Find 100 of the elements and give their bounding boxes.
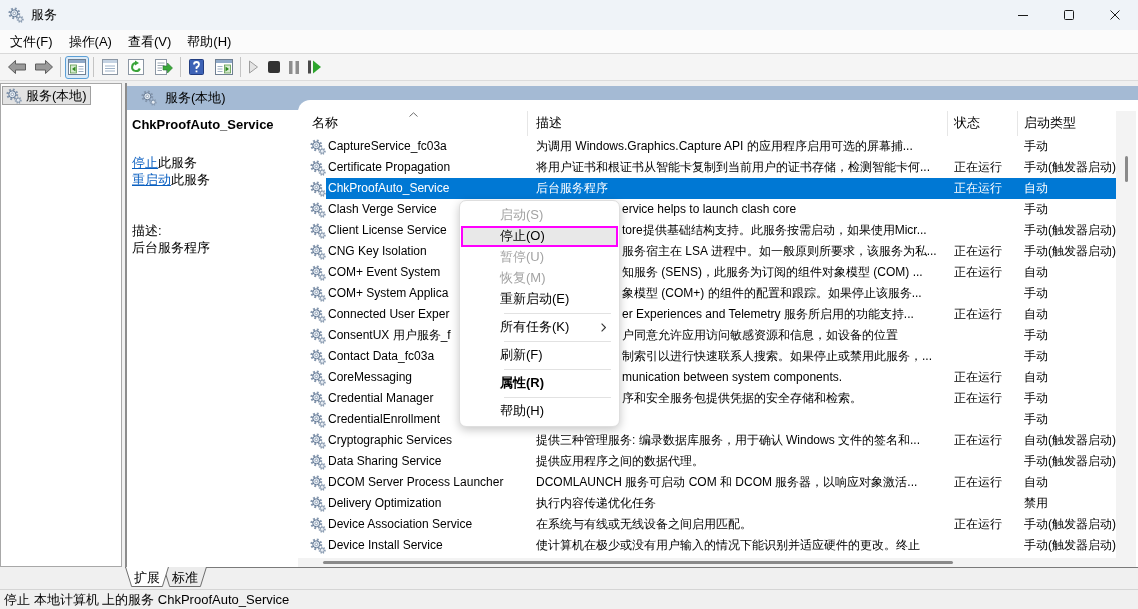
table-cell-text: 手动 <box>1024 348 1048 365</box>
table-cell-text: ervice helps to launch clash core <box>622 201 797 218</box>
table-cell-text: 提供三种管理服务: 编录数据库服务，用于确认 Windows 文件的签名和... <box>536 432 921 449</box>
service-name: CredentialEnrollment <box>327 411 441 428</box>
menu-item[interactable]: 查看(V) <box>119 31 180 52</box>
restart-icon <box>308 60 321 74</box>
pause-icon <box>289 60 299 74</box>
column-header[interactable]: 状态 <box>948 111 1018 136</box>
service-name: Device Association Service <box>327 516 473 533</box>
service-name: Certificate Propagation <box>327 159 451 176</box>
gear-icon <box>310 159 326 176</box>
table-cell-text: 手动(触发器启动) <box>1024 159 1116 176</box>
service-name: ChkProofAuto_Service <box>132 116 275 133</box>
table-cell-text: 正在运行 <box>954 390 1002 407</box>
table-cell-text: 服务宿主在 LSA 进程中。如一般原则所要求，该服务为私... <box>622 243 937 260</box>
table-cell-text: tore提供基础结构支持。此服务按需启动，如果使用Micr... <box>622 222 927 239</box>
table-cell-text: 正在运行 <box>954 369 1002 386</box>
table-cell-text: 手动(触发器启动) <box>1024 453 1116 470</box>
gear-icon <box>310 327 326 344</box>
back-arrow-icon <box>8 59 26 75</box>
window-title: 服务 <box>31 6 57 24</box>
table-cell-text: 自动 <box>1024 306 1048 323</box>
service-name: Device Install Service <box>327 537 443 554</box>
action-link[interactable]: 停止 <box>132 155 158 170</box>
table-cell-text: 手动 <box>1024 327 1048 344</box>
gear-icon <box>310 495 326 512</box>
show-hide-tree-button[interactable] <box>65 55 89 79</box>
table-cell: 自动 <box>1018 178 1116 199</box>
play-icon <box>248 60 259 74</box>
action-sentence: 停止此服务 <box>132 154 198 171</box>
gear-icon <box>310 201 326 218</box>
table-cell-text: 手动(触发器启动) <box>1024 222 1116 239</box>
context-menu-item[interactable]: 停止(O) <box>461 226 618 247</box>
action-link[interactable]: 重启动 <box>132 172 171 187</box>
refresh-icon <box>128 59 146 75</box>
service-name: Delivery Optimization <box>327 495 442 512</box>
service-name: DCOM Server Process Launcher <box>327 474 504 491</box>
context-menu-item[interactable]: 重新启动(E) <box>463 289 616 310</box>
menu-item[interactable]: 帮助(H) <box>179 31 240 52</box>
table-cell-text: 手动 <box>1024 390 1048 407</box>
table-cell-text: 手动 <box>1024 411 1048 428</box>
table-cell-text: 手动(触发器启动) <box>1024 516 1116 533</box>
table-cell-text: er Experiences and Telemetry 服务所启用的功能支持... <box>622 306 914 323</box>
gear-icon <box>310 180 326 197</box>
gear-icon <box>310 138 326 155</box>
table-cell-text: 正在运行 <box>954 159 1002 176</box>
gear-icon <box>310 453 326 470</box>
gear-icon <box>310 264 326 281</box>
table-cell: 正在运行 <box>948 178 1018 199</box>
table-cell-text: 提供应用程序之间的数据代理。 <box>536 453 704 470</box>
gear-icon <box>310 432 326 449</box>
context-menu-item[interactable]: 属性(R) <box>463 373 616 394</box>
gear-icon <box>310 474 326 491</box>
help-icon <box>188 59 206 75</box>
table-cell-text: 手动 <box>1024 201 1048 218</box>
table-cell-text: 知服务 (SENS)，此服务为订阅的组件对象模型 (COM) ... <box>622 264 923 281</box>
menu-item[interactable]: 文件(F) <box>2 31 61 52</box>
menu-item[interactable]: 操作(A) <box>60 31 120 52</box>
table-cell-text: 禁用 <box>1024 495 1048 512</box>
gear-icon <box>310 369 326 386</box>
close-icon <box>1110 10 1120 20</box>
maximize-icon <box>1064 10 1074 20</box>
gear-icon <box>310 390 326 407</box>
horizontal-scrollbar[interactable] <box>298 558 1116 567</box>
table-cell: 后台服务程序 <box>528 178 948 199</box>
column-header[interactable]: 名称 <box>298 111 528 136</box>
gear-icon <box>6 87 22 104</box>
context-menu-item[interactable]: 刷新(F) <box>463 345 616 366</box>
export-icon <box>155 59 173 75</box>
stop-icon <box>268 61 280 73</box>
panel-title: 服务(本地) <box>165 89 226 107</box>
service-name: Contact Data_fc03a <box>327 348 435 365</box>
description-text: 后台服务程序 <box>132 239 211 256</box>
window-pane-icon <box>68 59 86 75</box>
vertical-scrollbar[interactable] <box>1116 111 1136 567</box>
gear-icon <box>310 306 326 323</box>
table-cell-text: 使计算机在极少或没有用户输入的情况下能识别并适应硬件的更改。终止 <box>536 537 920 554</box>
service-name: Clash Verge Service <box>327 201 437 218</box>
tree-item[interactable]: 服务(本地) <box>2 86 91 105</box>
service-name: Client License Service <box>327 222 447 239</box>
service-name: ConsentUX 用户服务_f <box>327 327 451 344</box>
table-cell-text: 手动 <box>1024 138 1048 155</box>
gear-icon <box>310 348 326 365</box>
window-pane-icon <box>215 59 233 75</box>
column-header[interactable]: 描述 <box>528 111 948 136</box>
minimize-icon <box>1018 14 1028 16</box>
service-name: CoreMessaging <box>327 369 413 386</box>
service-name: CaptureService_fc03a <box>327 138 447 155</box>
list-document-icon <box>101 59 119 75</box>
gear-icon <box>310 222 326 239</box>
table-cell-text: 象模型 (COM+) 的组件的配置和跟踪。如果停止该服务... <box>622 285 922 302</box>
view-tab[interactable]: 扩展 <box>125 567 169 587</box>
context-menu-item[interactable]: 所有任务(K) <box>463 317 616 338</box>
table-cell-text: 制索引以进行快速联系人搜索。如果停止或禁用此服务，... <box>622 348 932 365</box>
column-header[interactable]: 启动类型 <box>1018 111 1116 136</box>
service-name: Connected User Exper <box>327 306 450 323</box>
table-cell-text: 自动 <box>1024 264 1048 281</box>
context-menu-item[interactable]: 帮助(H) <box>463 401 616 422</box>
forward-arrow-icon <box>35 59 53 75</box>
table-cell-text: 正在运行 <box>954 306 1002 323</box>
